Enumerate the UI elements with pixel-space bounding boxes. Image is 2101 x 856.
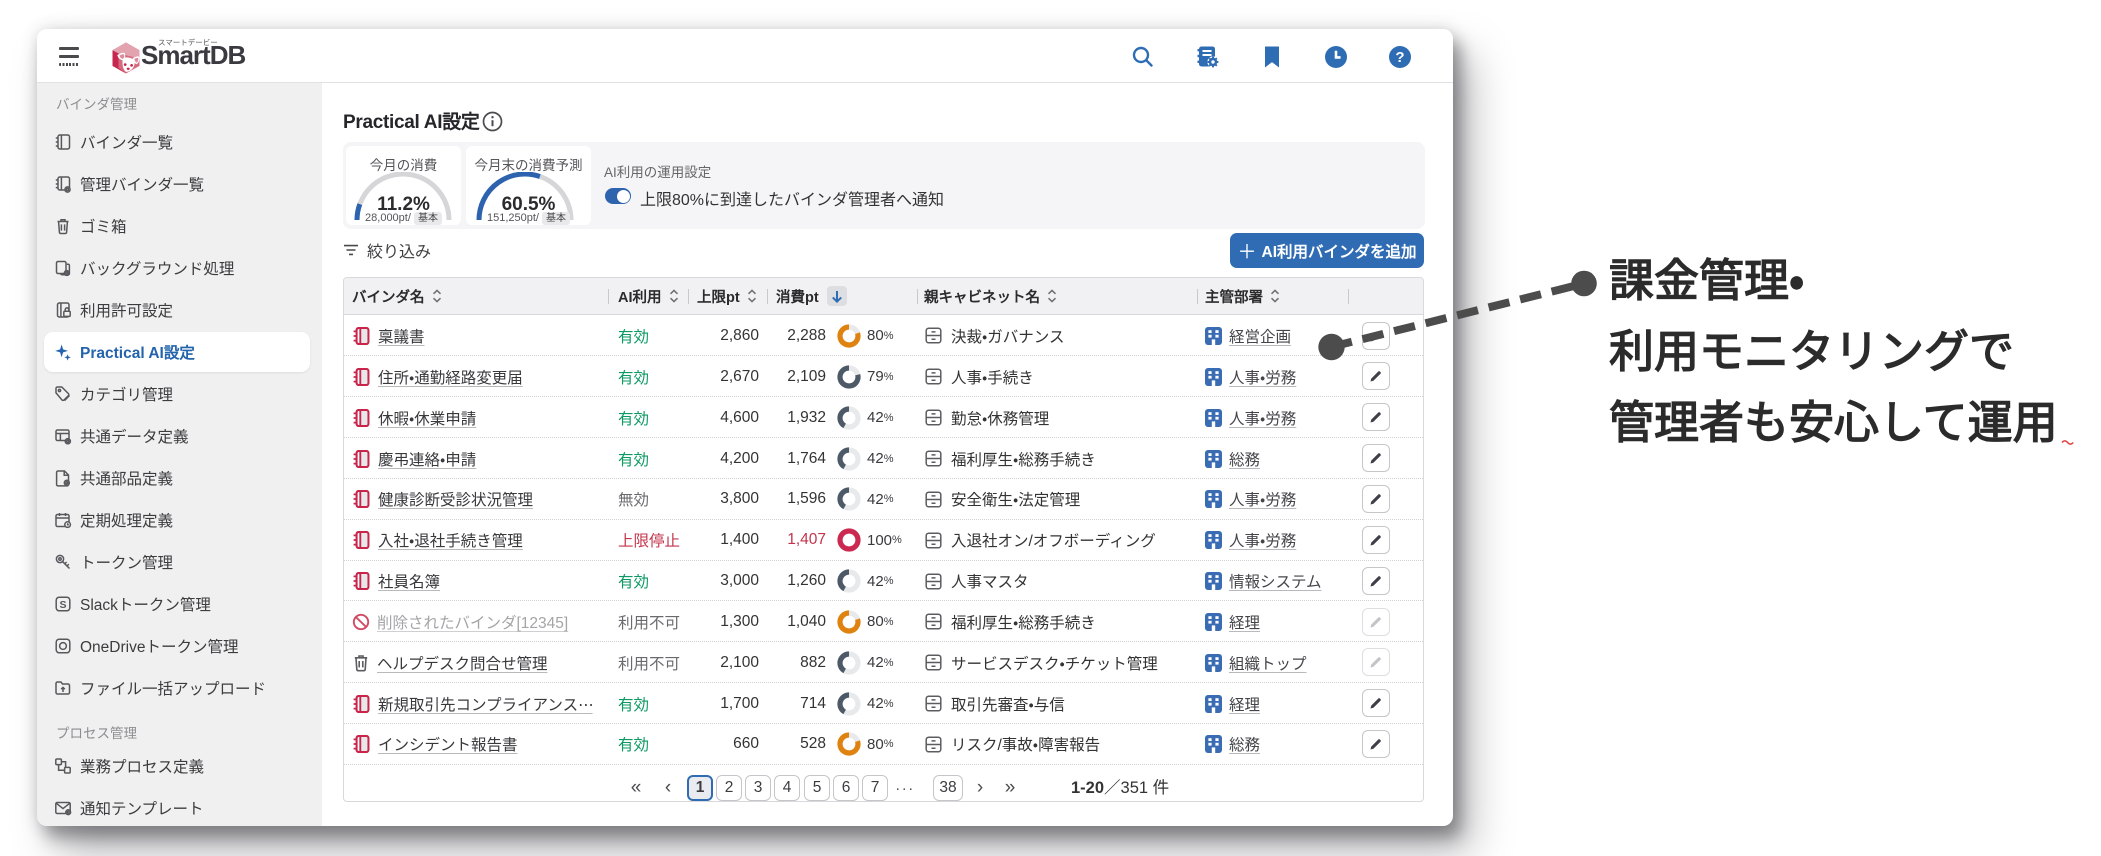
svg-text:S: S (59, 599, 66, 611)
svg-text:?: ? (1395, 49, 1404, 66)
